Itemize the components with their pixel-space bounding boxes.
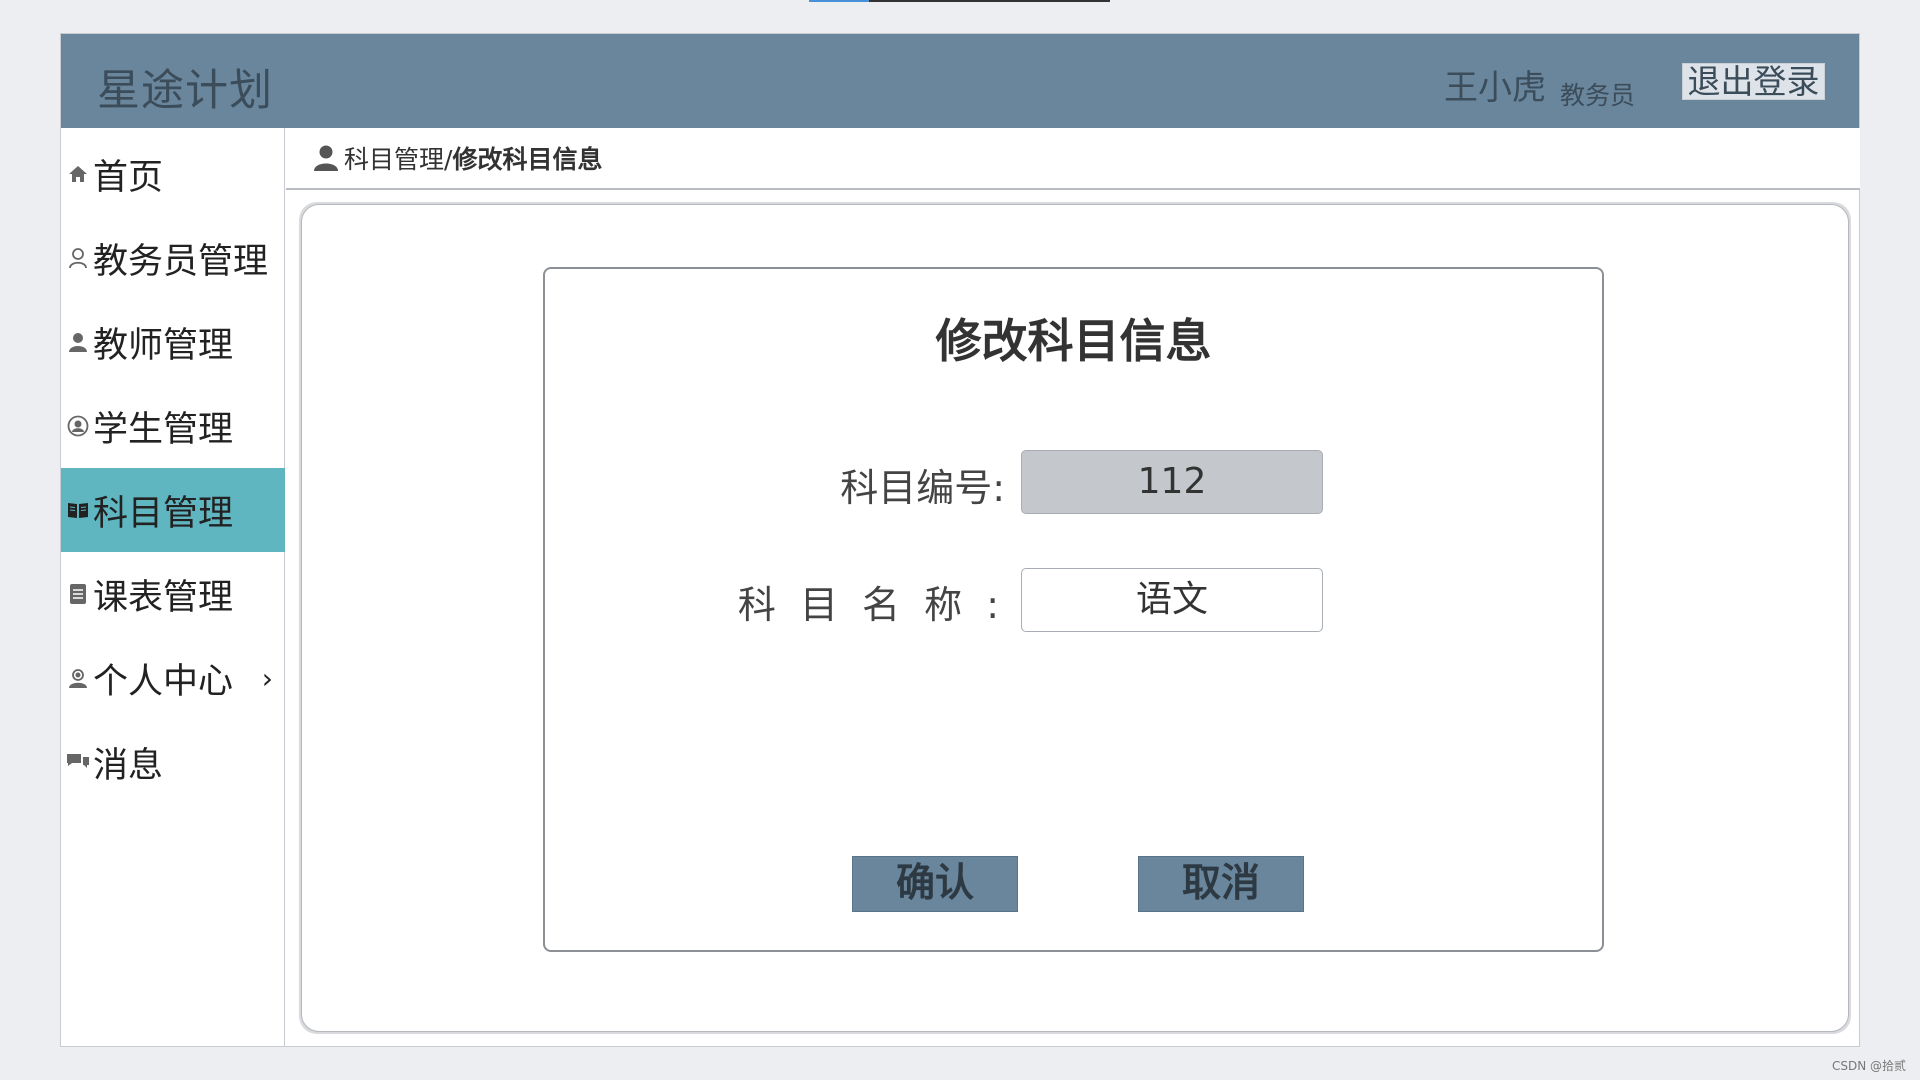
sidebar-item-label: 课表管理 bbox=[93, 577, 234, 618]
sidebar-item-schedule[interactable]: 课表管理 bbox=[61, 552, 285, 636]
sidebar-item-label: 个人中心 bbox=[93, 661, 234, 702]
sidebar: 首页 教务员管理 教师管理 学生管理 科目管理 课表管理 个人中心 › 消息 bbox=[61, 128, 285, 1046]
breadcrumb: 科目管理/ 修改科目信息 bbox=[286, 128, 1860, 190]
user-outline-icon bbox=[65, 247, 91, 269]
subject-code-label: 科目编号: bbox=[840, 466, 1005, 510]
sidebar-item-label: 学生管理 bbox=[93, 409, 234, 450]
sidebar-item-profile[interactable]: 个人中心 › bbox=[61, 636, 285, 720]
confirm-button[interactable]: 确认 bbox=[852, 856, 1018, 912]
user-name: 王小虎 bbox=[1444, 68, 1546, 108]
sidebar-item-label: 消息 bbox=[93, 745, 164, 786]
chevron-right-icon: › bbox=[261, 661, 273, 695]
header-bar: 星途计划 王小虎 教务员 退出登录 bbox=[61, 34, 1859, 128]
sidebar-item-label: 教务员管理 bbox=[93, 241, 269, 282]
user-icon bbox=[312, 143, 340, 173]
watermark: CSDN @拾贰 bbox=[1831, 1059, 1906, 1073]
subject-name-label: 科 目 名 称 : bbox=[737, 583, 1005, 627]
sidebar-item-subjects[interactable]: 科目管理 bbox=[61, 468, 285, 552]
user-role: 教务员 bbox=[1560, 81, 1636, 110]
sidebar-item-students[interactable]: 学生管理 bbox=[61, 384, 285, 468]
book-icon bbox=[65, 501, 91, 519]
breadcrumb-parent[interactable]: 科目管理/ bbox=[344, 140, 452, 176]
top-scroll-indicator bbox=[809, 0, 1110, 2]
form-title: 修改科目信息 bbox=[935, 314, 1212, 368]
cancel-button[interactable]: 取消 bbox=[1138, 856, 1304, 912]
subject-name-input[interactable]: 语文 bbox=[1021, 568, 1323, 632]
app-window: 星途计划 王小虎 教务员 退出登录 首页 教务员管理 教师管理 学生管理 科目管… bbox=[60, 33, 1860, 1047]
user-badge-icon bbox=[65, 667, 91, 689]
chat-icon bbox=[65, 752, 91, 772]
home-icon bbox=[65, 164, 91, 184]
sidebar-item-label: 教师管理 bbox=[93, 325, 234, 366]
sidebar-item-label: 首页 bbox=[93, 157, 164, 198]
document-icon bbox=[65, 583, 91, 605]
user-circle-icon bbox=[65, 415, 91, 437]
subject-code-field: 112 bbox=[1021, 450, 1323, 514]
edit-subject-form: 修改科目信息 科目编号: 112 科 目 名 称 : 语文 确认 取消 bbox=[543, 267, 1604, 952]
sidebar-item-home[interactable]: 首页 bbox=[61, 132, 285, 216]
breadcrumb-current: 修改科目信息 bbox=[452, 145, 603, 174]
sidebar-item-label: 科目管理 bbox=[93, 493, 234, 534]
top-scroll-indicator-accent bbox=[809, 0, 869, 2]
sidebar-item-messages[interactable]: 消息 bbox=[61, 720, 285, 804]
sidebar-item-staff[interactable]: 教务员管理 bbox=[61, 216, 285, 300]
sidebar-item-teachers[interactable]: 教师管理 bbox=[61, 300, 285, 384]
user-icon bbox=[65, 331, 91, 353]
logout-button[interactable]: 退出登录 bbox=[1682, 63, 1825, 100]
app-title: 星途计划 bbox=[97, 66, 273, 116]
